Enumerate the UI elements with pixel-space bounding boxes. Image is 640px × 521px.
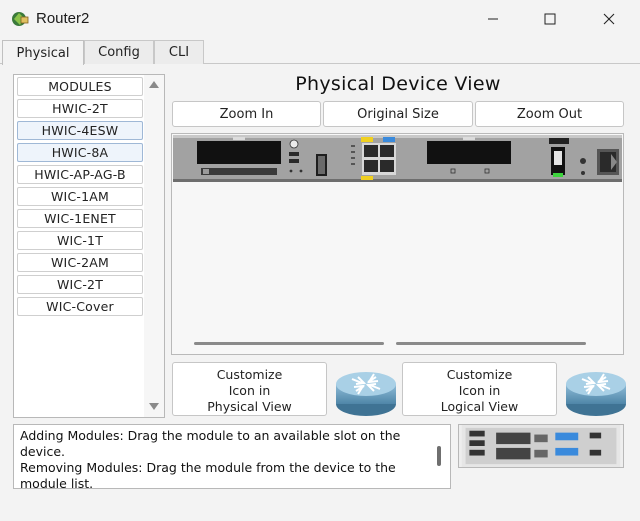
packet-tracer-icon	[12, 12, 29, 26]
power-led	[553, 173, 563, 177]
device-canvas[interactable]	[171, 133, 624, 355]
customize-logical-line2: Icon in	[458, 383, 501, 398]
tab-cli[interactable]: CLI	[154, 40, 204, 64]
minimize-button[interactable]	[470, 0, 516, 38]
router-icon	[566, 372, 626, 416]
help-adding-modules: Adding Modules: Drag the module to an av…	[20, 428, 401, 459]
close-button[interactable]	[586, 0, 632, 38]
close-icon	[603, 13, 615, 25]
help-removing-modules: Removing Modules: Drag the module from t…	[20, 460, 396, 489]
tab-bar: Physical Config CLI	[0, 40, 640, 65]
router-chassis[interactable]	[173, 135, 622, 182]
module-list-scrollbar[interactable]	[144, 75, 164, 417]
tab-physical[interactable]: Physical	[2, 40, 84, 65]
module-item-wic-1t[interactable]: WIC-1T	[17, 231, 143, 250]
scroll-down-icon[interactable]	[149, 403, 159, 410]
zoom-in-button[interactable]: Zoom In	[172, 101, 321, 127]
customize-physical-line2: Icon in	[228, 383, 271, 398]
module-item-wic-2am[interactable]: WIC-2AM	[17, 253, 143, 272]
customize-physical-icon-button[interactable]: Customize Icon in Physical View	[172, 362, 327, 416]
help-text-box[interactable]: Adding Modules: Drag the module to an av…	[13, 424, 451, 489]
customize-logical-line1: Customize	[446, 367, 513, 382]
module-preview-image	[458, 424, 624, 468]
maximize-icon	[544, 13, 556, 25]
module-item-hwic-4esw[interactable]: HWIC-4ESW	[17, 121, 143, 140]
module-item-wic-2t[interactable]: WIC-2T	[17, 275, 143, 294]
hwic-slot-1	[427, 141, 511, 164]
scroll-up-icon[interactable]	[149, 81, 159, 88]
original-size-button[interactable]: Original Size	[323, 101, 473, 127]
module-list: MODULES HWIC-2T HWIC-4ESW HWIC-8A HWIC-A…	[13, 74, 165, 418]
customize-physical-line1: Customize	[216, 367, 283, 382]
title-bar: Router2	[0, 0, 640, 38]
customize-logical-icon-button[interactable]: Customize Icon in Logical View	[402, 362, 557, 416]
module-item-hwic-2t[interactable]: HWIC-2T	[17, 99, 143, 118]
tab-config[interactable]: Config	[84, 40, 154, 64]
minimize-icon	[488, 18, 498, 20]
view-title: Physical Device View	[295, 73, 501, 95]
customize-logical-line3: Logical View	[440, 399, 519, 414]
module-item-wic-cover[interactable]: WIC-Cover	[17, 297, 143, 316]
window-title: Router2	[36, 10, 90, 27]
module-item-wic-1am[interactable]: WIC-1AM	[17, 187, 143, 206]
help-text-scrollbar[interactable]	[437, 446, 441, 466]
module-item-hwic-ap-ag-b[interactable]: HWIC-AP-AG-B	[17, 165, 143, 184]
hwic-slot-0	[197, 141, 281, 164]
horizontal-scrollbar-right[interactable]	[396, 342, 586, 345]
module-item-hwic-8a[interactable]: HWIC-8A	[17, 143, 143, 162]
module-list-header: MODULES	[17, 77, 143, 96]
maximize-button[interactable]	[527, 0, 573, 38]
horizontal-scrollbar-left[interactable]	[194, 342, 384, 345]
module-item-wic-1enet[interactable]: WIC-1ENET	[17, 209, 143, 228]
customize-physical-line3: Physical View	[207, 399, 292, 414]
router-icon	[336, 372, 396, 416]
zoom-out-button[interactable]: Zoom Out	[475, 101, 624, 127]
